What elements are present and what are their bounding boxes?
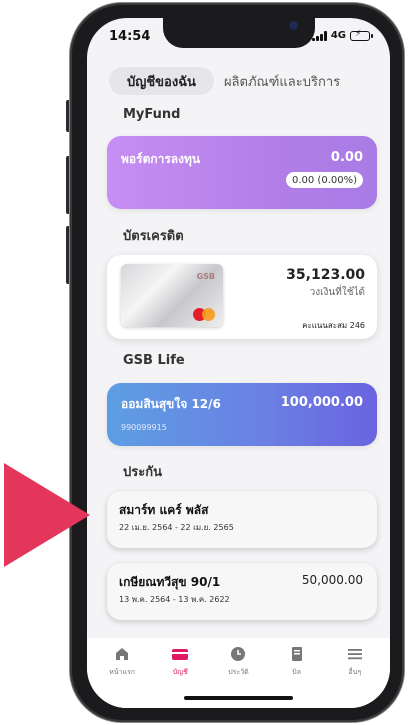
section-title-insurance: ประกัน [123,465,162,480]
section-title-gsb-life: GSB Life [123,353,185,368]
status-indicators: 4G ⚡ [311,29,373,41]
fund-portfolio-card[interactable]: พอร์ตการลงทุน 0.00 0.00 (0.00%) [107,136,377,209]
insurance-name: เกษียณทวีสุข 90/1 [119,575,221,589]
credit-card-card[interactable]: GSB 35,123.00 วงเงินที่ใช้ได้ คะแนนสะสม … [107,255,377,339]
camera-icon [289,21,298,30]
status-time: 14:54 [109,29,151,44]
fund-value: 0.00 [330,150,363,165]
bill-icon [291,647,302,661]
credit-card-image: GSB [121,264,223,327]
nav-label-history: ประวัติ [228,668,249,676]
wallet-icon [172,649,189,660]
credit-card-points: คะแนนสะสม 246 [302,321,365,330]
insurance-period: 13 พ.ค. 2564 - 13 พ.ค. 2622 [119,595,230,604]
gsb-life-card[interactable]: ออมสินสุขใจ 12/6 100,000.00 990099915 [107,383,377,446]
nav-label-more: อื่นๆ [348,668,362,676]
home-indicator [184,696,293,700]
credit-card-limit-label: วงเงินที่ใช้ได้ [309,287,365,298]
mastercard-icon [193,308,215,321]
phone-screen: 14:54 4G ⚡ บัญชีของฉัน ผลิตภัณฑ์และบริกา… [87,18,390,708]
battery-icon: ⚡ [350,29,373,41]
home-icon [116,648,129,660]
credit-card-brand: GSB [196,272,215,281]
pointer-arrow-icon [4,463,90,567]
insurance-name: สมาร์ท แคร์ พลัส [119,503,209,517]
nav-label-home: หน้าแรก [109,668,136,676]
nav-label-bills: บิล [292,668,302,676]
life-policy-name: ออมสินสุขใจ 12/6 [121,397,221,411]
section-title-credit-card: บัตรเครดิต [123,229,184,244]
nav-item-more[interactable]: อื่นๆ [330,646,380,708]
fund-change-badge: 0.00 (0.00%) [285,172,363,188]
section-title-myfund: MyFund [123,107,181,122]
tab-products-services[interactable]: ผลิตภัณฑ์และบริการ [214,71,340,92]
nav-label-accounts: บัญชี [172,668,188,676]
tab-my-accounts[interactable]: บัญชีของฉัน [109,67,214,95]
insurance-value: 50,000.00 [301,573,363,587]
network-label: 4G [330,30,346,41]
insurance-card[interactable]: เกษียณทวีสุข 90/1 13 พ.ค. 2564 - 13 พ.ค.… [107,563,377,620]
life-account-number: 990099915 [121,423,167,432]
credit-card-amount: 35,123.00 [286,267,365,283]
fund-name: พอร์ตการลงทุน [121,152,201,166]
menu-icon [347,649,362,660]
insurance-card[interactable]: สมาร์ท แคร์ พลัส 22 เม.ย. 2564 - 22 เม.ย… [107,491,377,548]
insurance-period: 22 เม.ย. 2564 - 22 เม.ย. 2565 [119,523,234,532]
clock-icon [231,647,246,661]
life-policy-value: 100,000.00 [280,395,363,410]
nav-item-home[interactable]: หน้าแรก [97,646,147,708]
segment-tabs: บัญชีของฉัน ผลิตภัณฑ์และบริการ [109,67,371,95]
notch [163,18,315,48]
signal-icon [311,30,327,41]
